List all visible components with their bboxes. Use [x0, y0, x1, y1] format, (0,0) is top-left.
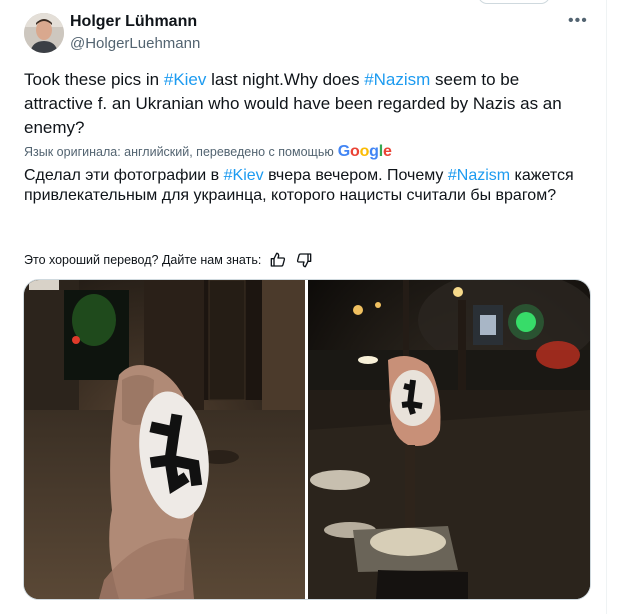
text-segment: вчера вечером. Почему	[263, 167, 448, 184]
text-segment: Took these pics in	[24, 70, 164, 89]
author-name[interactable]: Holger Lühmann	[70, 13, 197, 31]
tweet-text: Took these pics in #Kiev last night.Why …	[24, 68, 584, 140]
photo-1-image	[24, 280, 305, 599]
tweet-card: Holger Lühmann @HolgerLuehmann ••• Took …	[0, 0, 607, 614]
photo-1[interactable]	[24, 280, 305, 599]
avatar-image	[24, 13, 64, 53]
google-logo[interactable]: Google	[338, 143, 392, 161]
thumbs-up-icon[interactable]	[269, 251, 287, 269]
hashtag-link[interactable]: #Kiev	[224, 167, 264, 184]
translation-note: Язык оригинала: английский, переведено с…	[24, 143, 584, 161]
hashtag-link[interactable]: #Nazism	[364, 70, 430, 89]
hashtag-link[interactable]: #Kiev	[164, 70, 207, 89]
photo-2-image	[308, 280, 590, 599]
top-button-partial[interactable]	[478, 0, 550, 4]
media-grid	[23, 279, 591, 600]
hashtag-link[interactable]: #Nazism	[448, 167, 510, 184]
translation-feedback: Это хороший перевод? Дайте нам знать:	[24, 251, 313, 269]
feedback-prompt: Это хороший перевод? Дайте нам знать:	[24, 253, 262, 267]
text-segment: Сделал эти фотографии в	[24, 167, 224, 184]
translation-note-text: Язык оригинала: английский, переведено с…	[24, 145, 334, 159]
thumbs-down-icon[interactable]	[295, 251, 313, 269]
text-segment: last night.Why does	[206, 70, 365, 89]
translated-text: Сделал эти фотографии в #Kiev вчера вече…	[24, 166, 592, 206]
avatar[interactable]	[24, 13, 64, 53]
author-handle[interactable]: @HolgerLuehmann	[70, 35, 200, 52]
photo-2[interactable]	[308, 280, 590, 599]
more-options-icon[interactable]: •••	[568, 12, 588, 30]
